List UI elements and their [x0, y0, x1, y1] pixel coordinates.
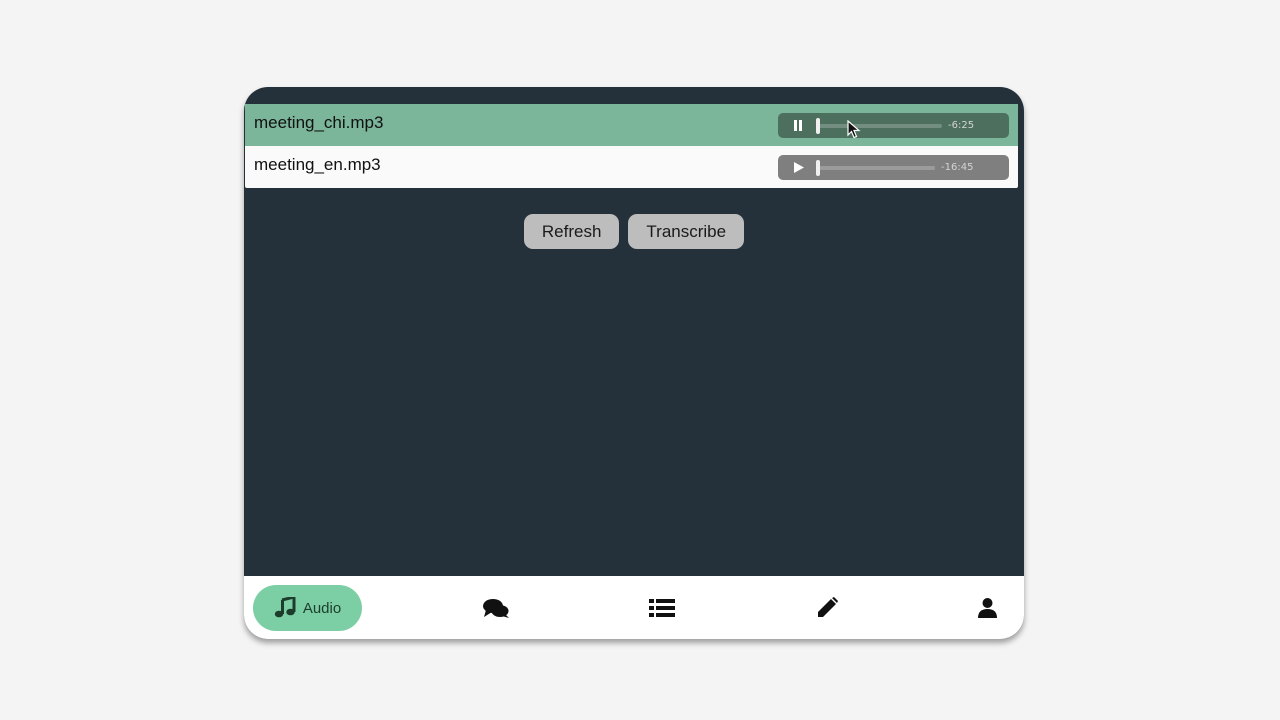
play-icon — [793, 162, 804, 173]
audio-app-window: meeting_chi.mp3 -6:25 meeting_en.mp3 -16… — [244, 87, 1024, 639]
file-name: meeting_en.mp3 — [254, 155, 381, 174]
nav-item-audio[interactable]: Audio — [253, 585, 362, 631]
audio-player: -6:25 — [778, 113, 1009, 138]
nav-item-list[interactable] — [648, 585, 676, 631]
file-row-meeting-chi[interactable]: meeting_chi.mp3 -6:25 — [245, 104, 1018, 146]
nav-item-edit[interactable] — [814, 585, 840, 631]
refresh-button[interactable]: Refresh — [523, 214, 620, 249]
transcribe-button[interactable]: Transcribe — [628, 214, 745, 249]
file-row-meeting-en[interactable]: meeting_en.mp3 -16:45 — [245, 146, 1018, 188]
nav-item-profile[interactable] — [975, 585, 999, 631]
file-name: meeting_chi.mp3 — [254, 113, 384, 132]
seek-knob[interactable] — [816, 117, 820, 134]
time-remaining: -6:25 — [948, 120, 975, 131]
bottom-nav: Audio — [244, 576, 1024, 639]
seek-knob[interactable] — [816, 159, 820, 176]
seek-slider[interactable] — [816, 117, 942, 134]
play-button[interactable] — [787, 157, 809, 179]
pencil-icon — [818, 597, 838, 617]
chat-icon — [483, 599, 509, 618]
music-icon — [274, 597, 296, 618]
nav-item-chat[interactable] — [481, 585, 511, 631]
pause-button[interactable] — [787, 115, 809, 137]
pause-icon — [794, 120, 802, 131]
list-icon — [649, 599, 675, 617]
nav-label-audio: Audio — [302, 599, 342, 617]
audio-player: -16:45 — [778, 155, 1009, 180]
seek-slider[interactable] — [816, 159, 935, 176]
action-bar: Refresh Transcribe — [244, 214, 1024, 249]
user-icon — [977, 598, 997, 618]
audio-file-list: meeting_chi.mp3 -6:25 meeting_en.mp3 -16… — [245, 104, 1018, 188]
time-remaining: -16:45 — [941, 162, 974, 173]
